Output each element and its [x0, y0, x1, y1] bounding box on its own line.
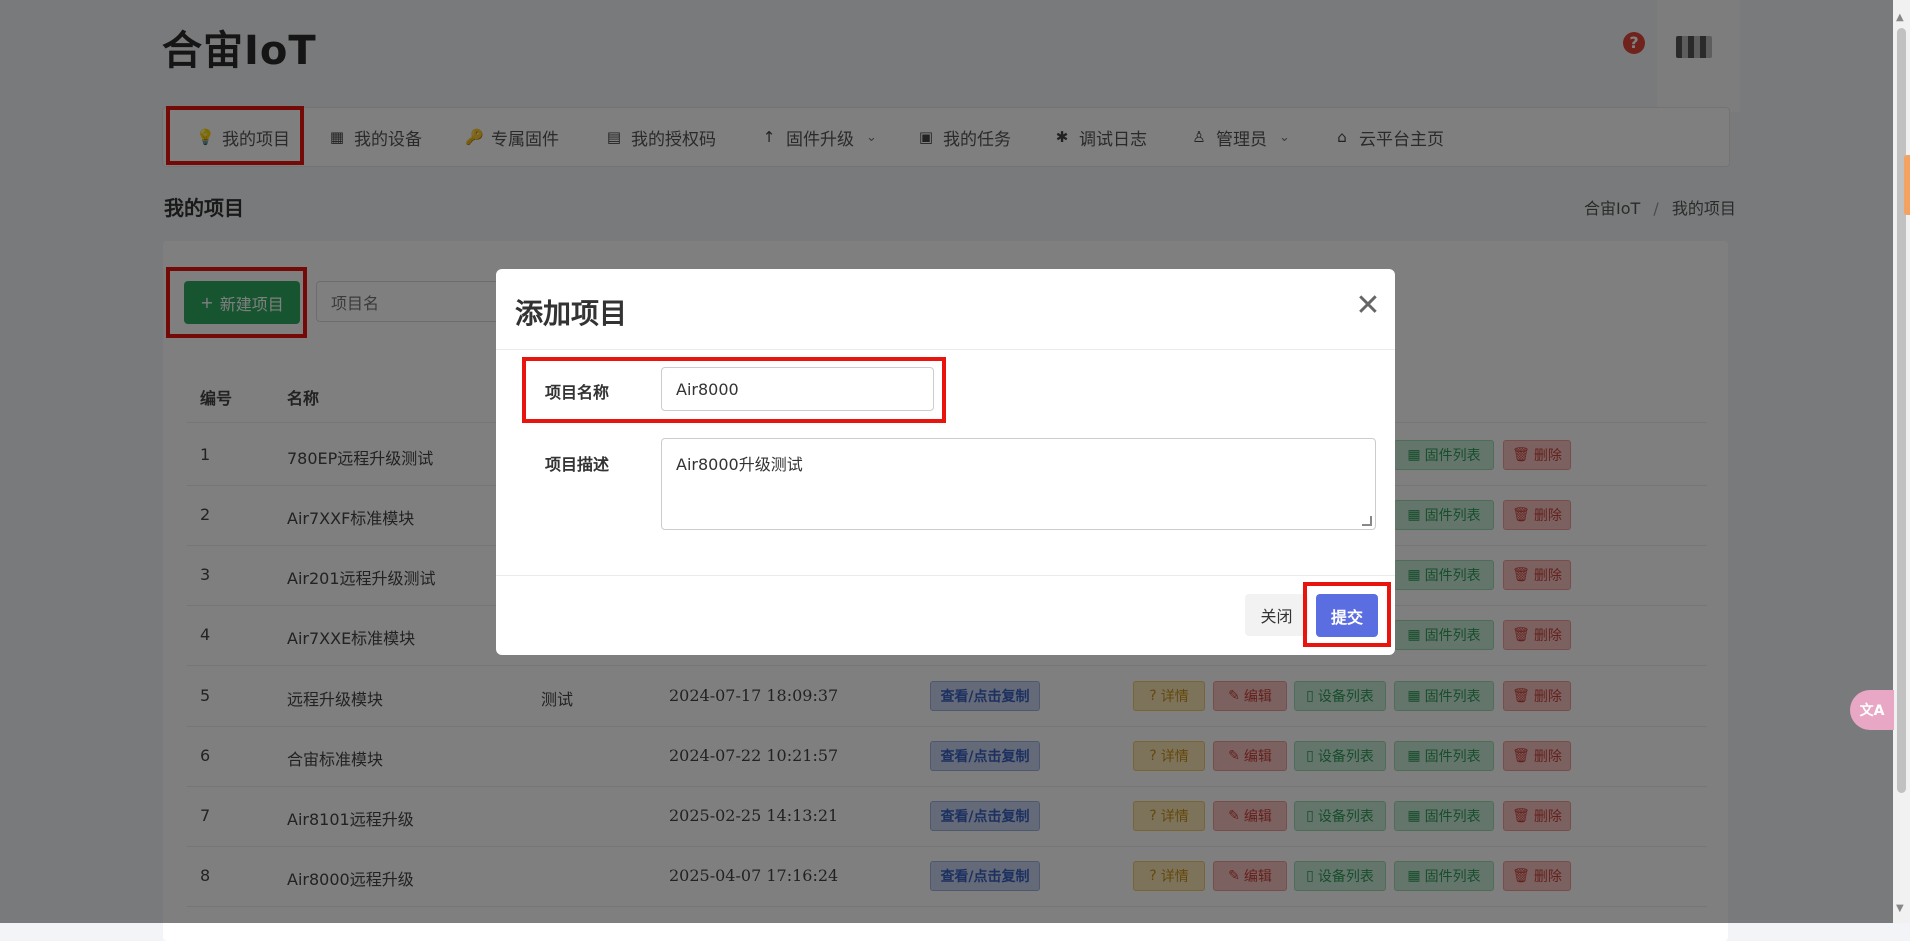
modal-footer-divider [496, 575, 1395, 576]
page: 合宙IoT ? 💡 我的项目 ▦ 我的设备 🔑 专属固件 ▤ 我的授权码 ↑ 固… [0, 0, 1910, 941]
project-desc-textarea[interactable]: Air8000升级测试 [661, 438, 1376, 530]
scroll-down-icon[interactable]: ▼ [1896, 903, 1904, 914]
highlight-box-name [522, 357, 946, 423]
project-desc-value: Air8000升级测试 [676, 455, 803, 474]
side-tab[interactable] [1904, 155, 1910, 215]
modal-header-divider [496, 349, 1395, 350]
close-button[interactable]: 关闭 [1245, 594, 1308, 636]
scrollbar-thumb[interactable] [1897, 28, 1906, 793]
project-desc-label: 项目描述 [545, 455, 610, 474]
translate-icon[interactable]: 文A [1850, 690, 1894, 730]
close-icon[interactable]: ✕ [1355, 291, 1381, 321]
scroll-up-icon[interactable]: ▲ [1896, 12, 1904, 23]
highlight-box-submit [1303, 582, 1391, 647]
resize-handle[interactable] [1362, 516, 1372, 526]
modal-title: 添加项目 [515, 297, 628, 330]
